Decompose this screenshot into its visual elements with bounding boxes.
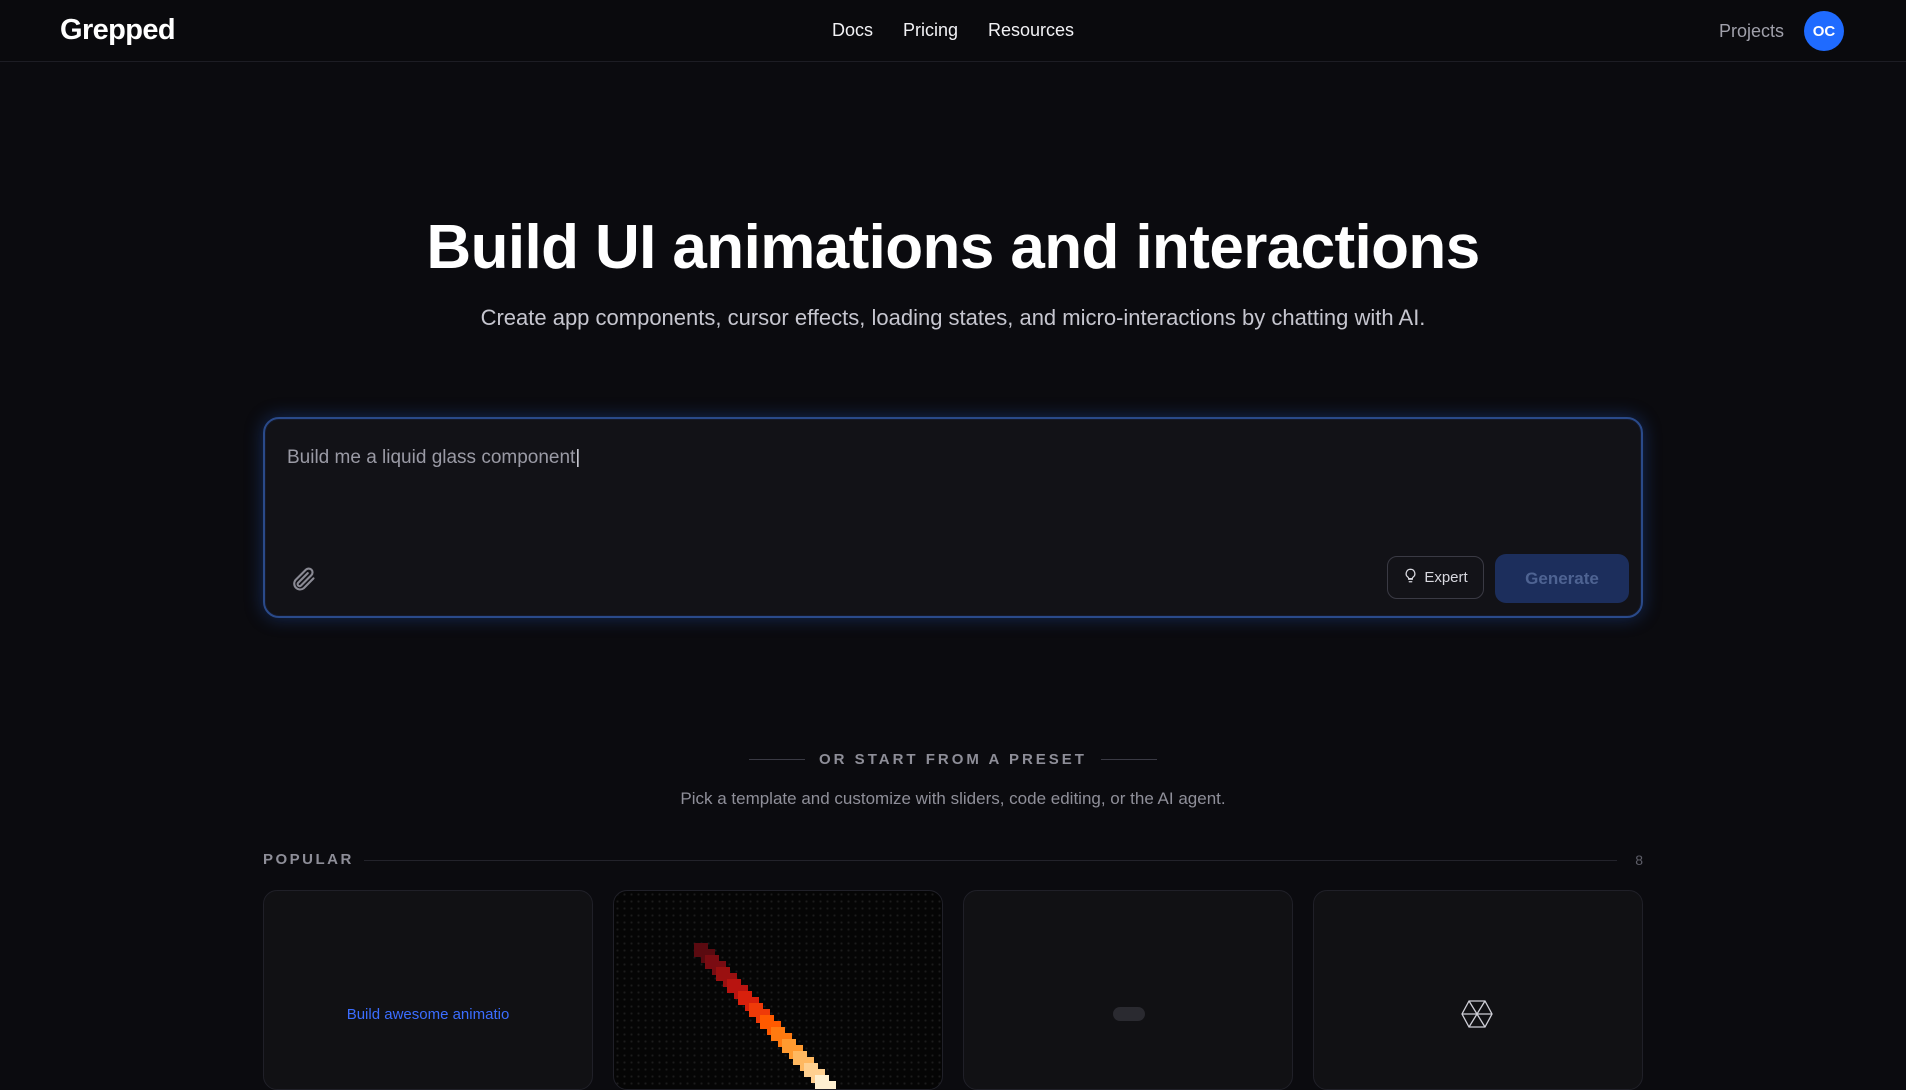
- avatar[interactable]: OC: [1804, 11, 1844, 51]
- pill-shape: [1113, 1007, 1145, 1021]
- preset-card-pixel-trail[interactable]: [613, 890, 943, 1090]
- main-nav: Docs Pricing Resources: [0, 20, 1906, 41]
- text-caret: |: [575, 447, 581, 468]
- divider: [364, 860, 1617, 861]
- nav-docs[interactable]: Docs: [832, 20, 873, 41]
- paperclip-icon[interactable]: [289, 565, 317, 593]
- popular-row: POPULAR 8: [263, 851, 1643, 871]
- preset-card-text-animation[interactable]: Build awesome animatio: [263, 890, 593, 1090]
- hero-subtitle: Create app components, cursor effects, l…: [480, 305, 1426, 330]
- divider: [1100, 759, 1157, 760]
- expert-label: Expert: [1424, 569, 1468, 586]
- projects-link[interactable]: Projects: [1719, 21, 1784, 42]
- popular-label: POPULAR: [263, 851, 354, 868]
- expert-button[interactable]: Expert: [1387, 556, 1484, 599]
- lightbulb-icon: [1403, 567, 1418, 588]
- trail-pixel: [822, 1081, 836, 1089]
- divider: [749, 759, 806, 760]
- dot-grid-background: [614, 891, 942, 1089]
- prompt-text: Build me a liquid glass component: [287, 447, 576, 468]
- prompt-input[interactable]: Build me a liquid glass component|: [287, 447, 580, 469]
- generate-button[interactable]: Generate: [1495, 554, 1629, 603]
- preset-heading-text: OR START FROM A PRESET: [819, 751, 1087, 768]
- prompt-box[interactable]: Build me a liquid glass component| Exper…: [263, 417, 1643, 618]
- hero-title: Build UI animations and interactions: [426, 213, 1480, 282]
- popular-count: 8: [1635, 852, 1643, 868]
- preset-heading: OR START FROM A PRESET: [0, 751, 1906, 768]
- top-navbar: Grepped Docs Pricing Resources Projects …: [0, 0, 1906, 62]
- nav-pricing[interactable]: Pricing: [903, 20, 958, 41]
- cube-logo-icon: [1460, 999, 1494, 1029]
- preset-card-pill[interactable]: [963, 890, 1293, 1090]
- preset-card-logo[interactable]: [1313, 890, 1643, 1090]
- nav-resources[interactable]: Resources: [988, 20, 1074, 41]
- preset-description: Pick a template and customize with slide…: [680, 789, 1226, 808]
- card-preview-text: Build awesome animatio: [346, 1006, 510, 1023]
